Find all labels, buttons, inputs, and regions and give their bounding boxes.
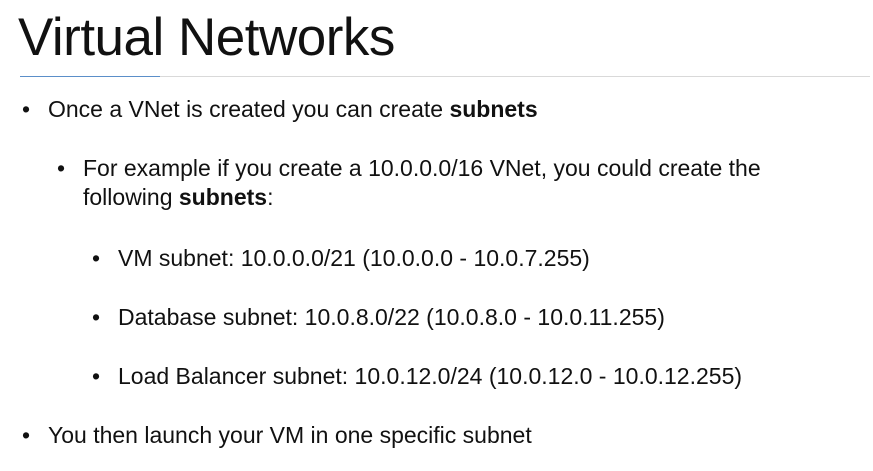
bullet-dot: • — [92, 304, 101, 330]
bullet-launch-vm: • You then launch your VM in one specifi… — [22, 421, 532, 450]
bullet-dot: • — [57, 155, 66, 181]
bullet-text: Once a VNet is created you can create — [48, 96, 450, 122]
bullet-dot: • — [22, 422, 31, 448]
bullet-dot: • — [92, 245, 101, 271]
bullet-dot: • — [92, 363, 101, 389]
bullet-example-vnet: • For example if you create a 10.0.0.0/1… — [57, 154, 853, 212]
slide: Virtual Networks • Once a VNet is create… — [0, 0, 873, 471]
bullet-dot: • — [22, 96, 31, 122]
title-underline-accent — [20, 76, 160, 77]
bullet-load-balancer-subnet: • Load Balancer subnet: 10.0.12.0/24 (10… — [92, 362, 743, 391]
bullet-create-subnets: • Once a VNet is created you can create … — [22, 95, 538, 124]
bullet-text: Load Balancer subnet: 10.0.12.0/24 (10.0… — [118, 363, 743, 389]
slide-title: Virtual Networks — [18, 8, 395, 67]
bullet-text: You then launch your VM in one specific … — [48, 422, 532, 448]
bullet-text-after: : — [267, 184, 274, 210]
bullet-text: Database subnet: 10.0.8.0/22 (10.0.8.0 -… — [118, 304, 665, 330]
bullet-bold-text: subnets — [449, 96, 538, 122]
bullet-text: VM subnet: 10.0.0.0/21 (10.0.0.0 - 10.0.… — [118, 245, 590, 271]
bullet-bold-text: subnets — [178, 184, 268, 210]
bullet-vm-subnet: • VM subnet: 10.0.0.0/21 (10.0.0.0 - 10.… — [92, 244, 590, 273]
bullet-database-subnet: • Database subnet: 10.0.8.0/22 (10.0.8.0… — [92, 303, 665, 332]
